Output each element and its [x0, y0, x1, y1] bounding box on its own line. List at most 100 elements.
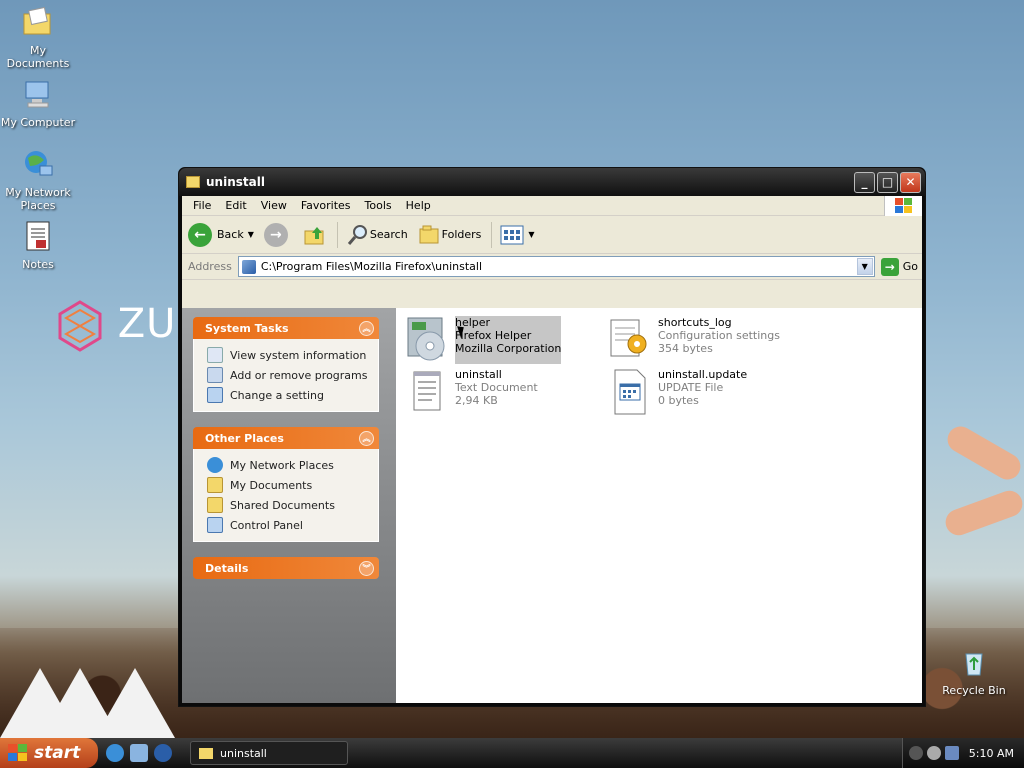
internet-explorer-icon[interactable]	[106, 744, 124, 762]
toolbar: ← Back ▼ → Search Folders ▼	[182, 216, 922, 254]
wallpaper-hand	[942, 421, 1024, 485]
file-name: shortcuts_log	[658, 316, 732, 329]
go-button[interactable]: → Go	[880, 257, 918, 276]
maximize-button[interactable]: □	[877, 171, 898, 193]
my-documents-icon	[207, 477, 223, 493]
details-header[interactable]: Details ︾	[193, 557, 379, 579]
menu-bar: File Edit View Favorites Tools Help	[182, 196, 922, 216]
other-places-header[interactable]: Other Places ︽	[193, 427, 379, 449]
address-input[interactable]: C:\Program Files\Mozilla Firefox\uninsta…	[237, 256, 875, 277]
network-icon[interactable]	[944, 746, 959, 760]
text-document-icon	[413, 371, 441, 411]
address-value: C:\Program Files\Mozilla Firefox\uninsta…	[260, 260, 483, 273]
up-folder-button[interactable]	[303, 223, 327, 247]
media-player-icon[interactable]	[154, 744, 172, 762]
file-item-helper[interactable]: helper Firefox Helper Mozilla Corporatio…	[404, 316, 604, 364]
file-type: UPDATE File	[658, 381, 724, 394]
menu-favorites[interactable]: Favorites	[294, 199, 358, 212]
other-places-body: My Network Places My Documents Shared Do…	[193, 449, 379, 542]
toolbar-separator	[491, 221, 493, 248]
search-button[interactable]: Search	[346, 223, 408, 247]
file-item-shortcuts-log[interactable]: shortcuts_log Configuration settings 354…	[607, 316, 807, 364]
maximize-icon: □	[881, 175, 894, 189]
shared-folder-icon	[207, 497, 223, 513]
place-my-documents[interactable]: My Documents	[207, 475, 378, 495]
system-tray: 5:10 AM	[901, 738, 1024, 768]
desktop-icon-my-computer[interactable]: My Computer	[0, 78, 76, 129]
taskbar-item-uninstall[interactable]: uninstall	[190, 741, 348, 765]
menu-tools[interactable]: Tools	[358, 199, 399, 212]
place-control-panel[interactable]: Control Panel	[207, 515, 378, 535]
taskbar: start uninstall 5:10 AM	[0, 738, 1024, 768]
task-change-setting[interactable]: Change a setting	[207, 385, 378, 405]
file-item-text: uninstall Text Document 2,94 KB	[455, 368, 538, 416]
file-name: uninstall	[455, 368, 502, 381]
desktop-logo: ZUI	[56, 300, 189, 352]
minimize-button[interactable]: _	[854, 171, 875, 193]
start-button[interactable]: start	[0, 738, 98, 768]
views-button[interactable]: ▼	[500, 224, 535, 246]
file-size: 2,94 KB	[455, 394, 498, 407]
system-tasks-body: View system information Add or remove pr…	[193, 339, 379, 412]
file-type: Configuration settings	[658, 329, 780, 342]
views-icon	[500, 225, 524, 244]
address-dropdown-icon[interactable]: ▼	[856, 258, 873, 275]
clock[interactable]: 5:10 AM	[969, 747, 1014, 760]
file-name: uninstall.update	[658, 368, 748, 381]
file-list: helper Firefox Helper Mozilla Corporatio…	[396, 308, 922, 703]
recycle-bin-icon	[965, 653, 983, 676]
collapse-chevron-icon[interactable]: ︽	[359, 430, 374, 446]
expand-chevron-icon[interactable]: ︾	[359, 560, 374, 576]
menu-view[interactable]: View	[254, 199, 294, 212]
tray-expand-icon[interactable]	[908, 746, 923, 760]
menu-help[interactable]: Help	[399, 199, 438, 212]
forward-button[interactable]: →	[263, 222, 293, 247]
generic-file-icon	[614, 369, 646, 415]
volume-icon[interactable]	[926, 746, 941, 760]
quick-launch	[106, 744, 178, 762]
other-places-panel: Other Places ︽ My Network Places My Docu…	[193, 427, 379, 542]
wallpaper-hand	[941, 487, 1024, 539]
desktop-icon-my-network-places[interactable]: My Network Places	[0, 148, 76, 212]
task-view-system-info[interactable]: View system information	[207, 345, 378, 365]
show-desktop-icon[interactable]	[130, 744, 148, 762]
system-tasks-header[interactable]: System Tasks ︽	[193, 317, 379, 339]
zune-logo-icon	[58, 300, 102, 352]
folder-icon	[199, 747, 213, 759]
desktop-icon-my-documents[interactable]: My Documents	[0, 6, 76, 70]
search-icon	[347, 224, 367, 245]
place-my-network-places[interactable]: My Network Places	[207, 455, 378, 475]
task-add-remove-programs[interactable]: Add or remove programs	[207, 365, 378, 385]
folders-button[interactable]: Folders	[418, 223, 481, 247]
config-file-icon	[610, 319, 647, 357]
file-item-text: shortcuts_log Configuration settings 354…	[658, 316, 780, 364]
file-company: Mozilla Corporation	[455, 342, 562, 355]
wallpaper-tent	[95, 668, 175, 738]
desktop-icon-recycle-bin[interactable]: Recycle Bin	[936, 646, 1012, 697]
folder-icon	[186, 176, 200, 188]
close-button[interactable]: ✕	[900, 171, 921, 193]
place-shared-documents[interactable]: Shared Documents	[207, 495, 378, 515]
collapse-chevron-icon[interactable]: ︽	[359, 320, 374, 336]
menu-edit[interactable]: Edit	[218, 199, 253, 212]
installer-cd-icon	[407, 317, 445, 361]
views-dropdown-icon[interactable]: ▼	[528, 230, 534, 239]
file-name: helper	[455, 316, 491, 329]
file-size: 0 bytes	[658, 394, 699, 407]
file-item-uninstall[interactable]: uninstall Text Document 2,94 KB	[404, 368, 604, 416]
desktop-icon-notes[interactable]: Notes	[0, 220, 76, 271]
file-item-uninstall-update[interactable]: uninstall.update UPDATE File 0 bytes	[607, 368, 807, 416]
file-item-text: uninstall.update UPDATE File 0 bytes	[658, 368, 747, 416]
back-button[interactable]: ← Back ▼	[188, 222, 254, 247]
file-type: Text Document	[455, 381, 538, 394]
window-titlebar[interactable]: uninstall _ □ ✕	[179, 168, 925, 196]
drive-icon	[241, 259, 256, 274]
notes-icon	[26, 221, 50, 251]
control-panel-icon	[207, 387, 223, 403]
back-dropdown-icon[interactable]: ▼	[248, 230, 254, 239]
menu-file[interactable]: File	[186, 199, 218, 212]
system-tasks-panel: System Tasks ︽ View system information A…	[193, 317, 379, 412]
file-size: 354 bytes	[658, 342, 713, 355]
windows-flag-icon	[8, 744, 27, 761]
address-bar: Address C:\Program Files\Mozilla Firefox…	[182, 254, 922, 280]
